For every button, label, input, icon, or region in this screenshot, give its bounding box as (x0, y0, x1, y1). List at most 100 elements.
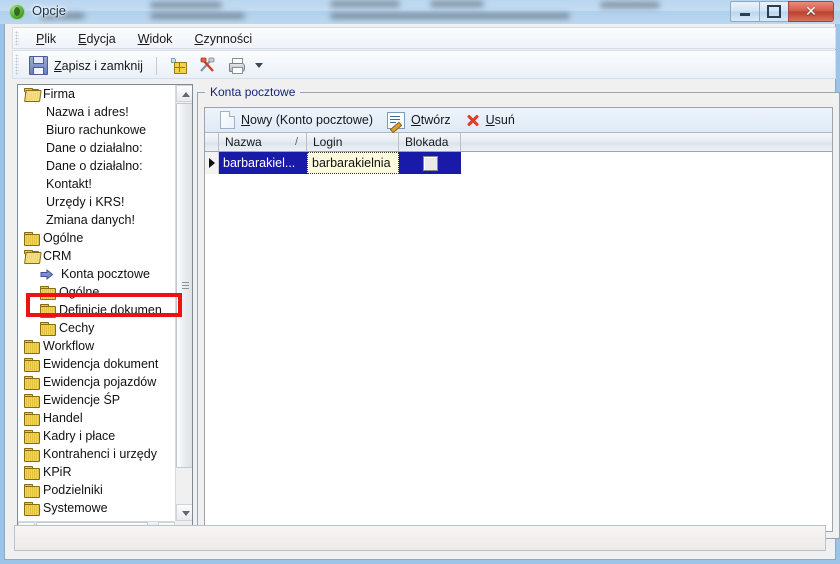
scroll-down-button[interactable] (176, 504, 192, 521)
tree-item-ewidencje-p[interactable]: Ewidencje ŚP (18, 391, 175, 409)
tree-item-label: Ewidencja pojazdów (43, 375, 157, 389)
printer-icon (228, 57, 245, 74)
tools-button[interactable] (193, 55, 222, 76)
tree-item-konta-pocztowe[interactable]: Konta pocztowe (18, 265, 175, 283)
chevron-down-icon[interactable] (254, 63, 263, 68)
scroll-up-button[interactable] (176, 85, 192, 102)
grid-icon (170, 57, 187, 74)
grid-header-row: Nazwa / Login Blokada (205, 133, 832, 152)
toolbar: Zapisz i zamknij (12, 50, 836, 79)
save-and-close-label: Zapisz i zamknij (54, 58, 143, 73)
arrow-right-icon (40, 268, 55, 281)
app-globe-icon (9, 4, 25, 20)
grid-settings-button[interactable] (164, 55, 193, 76)
current-row-arrow-icon (208, 158, 215, 168)
tree-item-kpir[interactable]: KPiR (18, 463, 175, 481)
tree-vertical-scrollbar[interactable] (175, 85, 192, 521)
folder-icon (24, 375, 40, 390)
table-row[interactable]: barbarakiel... barbarakielnia (205, 152, 832, 174)
tree-item-biuro-rachunkowe[interactable]: Biuro rachunkowe (18, 121, 175, 139)
tree-item-workflow[interactable]: Workflow (18, 337, 175, 355)
tree-item-label: Cechy (59, 321, 95, 335)
tree-item-zmiana-danych[interactable]: Zmiana danych! (18, 211, 175, 229)
vertical-scroll-thumb[interactable] (176, 103, 192, 468)
grid-header-filler (461, 133, 832, 151)
cell-nazwa[interactable]: barbarakiel... (219, 152, 307, 174)
tree-item-label: Dane o działalno: (46, 141, 143, 155)
menu-item-c[interactable]: Czynności (183, 30, 263, 48)
close-button[interactable]: ✕ (788, 1, 834, 22)
folder-icon (24, 501, 40, 516)
tree-item-ewidencja-pojazd-w[interactable]: Ewidencja pojazdów (18, 373, 175, 391)
grid-header-gutter (205, 133, 219, 151)
tree-item-label: KPiR (43, 465, 72, 479)
menu-item-label: lik (44, 32, 57, 46)
grid-header-nazwa[interactable]: Nazwa / (219, 133, 307, 151)
folder-icon (24, 339, 40, 354)
delete-x-icon (465, 113, 480, 128)
action-label: Otwórz (411, 113, 451, 127)
tree-item-dane-o-dzia-alno[interactable]: Dane o działalno: (18, 157, 175, 175)
menu-item-p[interactable]: Plik (25, 30, 67, 48)
menu-item-accelerator: W (137, 32, 150, 46)
menu-item-label: dycja (86, 32, 116, 46)
menu-drag-grip[interactable] (15, 31, 19, 45)
grid-header-nazwa-label: Nazwa (225, 135, 262, 149)
tree-item-og-lne[interactable]: Ogólne (18, 283, 175, 301)
folder-icon (24, 357, 40, 372)
tree-item-label: Kontakt! (46, 177, 92, 191)
menu-item-accelerator: E (78, 32, 87, 46)
tree-item-label: Systemowe (43, 501, 108, 515)
status-bar (14, 525, 826, 551)
maximize-button[interactable] (759, 1, 788, 22)
tree-item-kadry-i-p-ace[interactable]: Kadry i płace (18, 427, 175, 445)
grid-header-login[interactable]: Login (307, 133, 399, 151)
cell-login-editor[interactable]: barbarakielnia (307, 152, 399, 174)
tree-item-ewidencja-dokument[interactable]: Ewidencja dokument (18, 355, 175, 373)
tree-item-og-lne[interactable]: Ogólne (18, 229, 175, 247)
tree-item-nazwa-i-adres[interactable]: Nazwa i adres! (18, 103, 175, 121)
floppy-save-icon (29, 56, 48, 75)
tree-item-urz-dy-i-krs[interactable]: Urzędy i KRS! (18, 193, 175, 211)
row-indicator (205, 152, 219, 174)
action-u-button[interactable]: Usuń (458, 112, 522, 129)
blokada-checkbox[interactable] (422, 155, 438, 171)
toolbar-drag-grip[interactable] (15, 54, 19, 75)
grid-header-blokada[interactable]: Blokada (399, 133, 461, 151)
action-label: Usuń (485, 113, 515, 127)
folder-open-icon (24, 87, 42, 102)
tree-item-firma[interactable]: Firma (18, 85, 175, 103)
tree-item-label: Urzędy i KRS! (46, 195, 125, 209)
folder-icon (40, 321, 56, 336)
tree-item-systemowe[interactable]: Systemowe (18, 499, 175, 517)
tree-item-label: Ewidencja dokument (43, 357, 159, 371)
grid-action-bar: Nowy (Konto pocztowe) Otwórz Usuń (205, 108, 832, 133)
action-n-button[interactable]: Nowy (Konto pocztowe) (213, 110, 380, 130)
action-o-button[interactable]: Otwórz (380, 111, 458, 133)
folder-icon (24, 231, 40, 246)
print-button[interactable] (222, 55, 269, 76)
content-panel: Nowy (Konto pocztowe) Otwórz Usuń Nazwa / … (197, 84, 840, 539)
cell-filler (461, 152, 832, 174)
window-body: Plik Edycja Widok Czynności Zapisz i zamkni… (4, 24, 840, 560)
folder-icon (24, 447, 40, 462)
tree-item-podzielniki[interactable]: Podzielniki (18, 481, 175, 499)
tree-item-kontrahenci-i-urz-dy[interactable]: Kontrahenci i urzędy (18, 445, 175, 463)
tree-view[interactable]: Firma Nazwa i adres! Biuro rachunkowe Dane … (18, 85, 175, 521)
tree-item-label: Ogólne (43, 231, 84, 245)
tree-item-handel[interactable]: Handel (18, 409, 175, 427)
tree-item-dane-o-dzia-alno[interactable]: Dane o działalno: (18, 139, 175, 157)
tree-item-definicje-dokumen[interactable]: Definicje dokumen (18, 301, 175, 319)
accounts-grid[interactable]: Nazwa / Login Blokada barbarakiel... bar… (205, 133, 832, 531)
menu-item-e[interactable]: Edycja (67, 30, 127, 48)
tree-item-kontakt[interactable]: Kontakt! (18, 175, 175, 193)
tree-item-cechy[interactable]: Cechy (18, 319, 175, 337)
tree-item-label: CRM (43, 249, 72, 263)
menu-item-w[interactable]: Widok (127, 30, 184, 48)
title-bar: Opcje ✕ (0, 0, 840, 24)
grid-header-blokada-label: Blokada (405, 135, 449, 149)
tree-item-crm[interactable]: CRM (18, 247, 175, 265)
save-and-close-button[interactable]: Zapisz i zamknij (23, 54, 149, 77)
minimize-button[interactable] (730, 1, 759, 22)
cell-blokada[interactable] (399, 152, 461, 174)
